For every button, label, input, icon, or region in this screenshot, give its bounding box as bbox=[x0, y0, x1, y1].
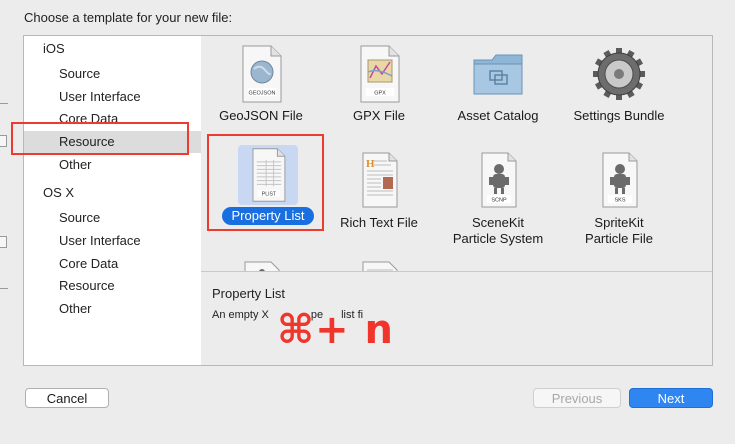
description-title: Property List bbox=[212, 286, 285, 301]
template-rich-text-file[interactable]: H Rich Text File bbox=[319, 149, 439, 231]
template-geojson-file[interactable]: GEOJSON GeoJSON File bbox=[201, 42, 321, 124]
svg-text:GEOJSON: GEOJSON bbox=[249, 91, 276, 97]
file-icon bbox=[229, 258, 293, 271]
keyboard-shortcut-annotation: ⌘+ n bbox=[277, 307, 395, 353]
cancel-button[interactable]: Cancel bbox=[25, 388, 109, 408]
template-label: SpriteKit Particle File bbox=[585, 215, 653, 246]
template-spritekit-particle-file[interactable]: SKS SpriteKit Particle File bbox=[559, 149, 679, 247]
new-file-template-sheet: Choose a template for your new file: iOS… bbox=[0, 0, 735, 444]
template-partial-row-item[interactable] bbox=[201, 258, 321, 271]
sidebar-item-ios-source[interactable]: Source bbox=[24, 63, 201, 85]
background-window-control bbox=[0, 135, 7, 147]
sidebar-item-ios-user-interface[interactable]: User Interface bbox=[24, 86, 201, 108]
svg-text:GPX: GPX bbox=[374, 91, 386, 97]
sidebar-item-ios-other[interactable]: Other bbox=[24, 154, 201, 176]
sidebar-item-osx-resource[interactable]: Resource bbox=[24, 275, 201, 297]
rich-text-file-icon: H bbox=[347, 149, 411, 213]
template-partial-row-item[interactable] bbox=[319, 258, 439, 271]
template-label: Rich Text File bbox=[340, 215, 418, 230]
annotation-highlight-property-list bbox=[207, 134, 324, 231]
template-gpx-file[interactable]: GPX GPX File bbox=[319, 42, 439, 124]
svg-text:SCNP: SCNP bbox=[491, 198, 507, 204]
next-button[interactable]: Next bbox=[629, 388, 713, 408]
asset-catalog-folder-icon bbox=[466, 42, 530, 106]
template-asset-catalog[interactable]: Asset Catalog bbox=[438, 42, 558, 124]
sidebar-item-osx-other[interactable]: Other bbox=[24, 298, 201, 320]
spritekit-particle-icon: SKS bbox=[587, 149, 651, 213]
sidebar-group-ios: iOS bbox=[43, 41, 65, 56]
scenekit-particle-icon: SCNP bbox=[466, 149, 530, 213]
previous-button[interactable]: Previous bbox=[533, 388, 621, 408]
template-label: GeoJSON File bbox=[219, 108, 303, 123]
template-label: Asset Catalog bbox=[457, 108, 539, 123]
background-window-control bbox=[0, 236, 7, 248]
file-icon bbox=[347, 258, 411, 271]
sidebar-item-osx-user-interface[interactable]: User Interface bbox=[24, 230, 201, 252]
background-window-edge bbox=[0, 288, 8, 289]
background-window-edge bbox=[0, 103, 8, 104]
geojson-file-icon: GEOJSON bbox=[229, 42, 293, 106]
annotation-highlight-resource bbox=[11, 122, 189, 155]
platform-category-sidebar: iOS Source User Interface Core Data Reso… bbox=[24, 36, 202, 365]
gpx-file-icon: GPX bbox=[347, 42, 411, 106]
template-scenekit-particle-system[interactable]: SCNP SceneKit Particle System bbox=[438, 149, 558, 247]
sidebar-item-osx-source[interactable]: Source bbox=[24, 207, 201, 229]
svg-text:SKS: SKS bbox=[614, 198, 625, 204]
sidebar-group-osx: OS X bbox=[43, 185, 75, 200]
template-settings-bundle[interactable]: Settings Bundle bbox=[559, 42, 679, 124]
settings-gear-icon bbox=[587, 42, 651, 106]
svg-text:H: H bbox=[366, 158, 375, 170]
template-label: Settings Bundle bbox=[573, 108, 665, 123]
dialog-heading: Choose a template for your new file: bbox=[24, 10, 233, 25]
template-label: SceneKit Particle System bbox=[452, 215, 544, 246]
sidebar-item-osx-core-data[interactable]: Core Data bbox=[24, 253, 201, 275]
template-label: GPX File bbox=[352, 108, 405, 123]
